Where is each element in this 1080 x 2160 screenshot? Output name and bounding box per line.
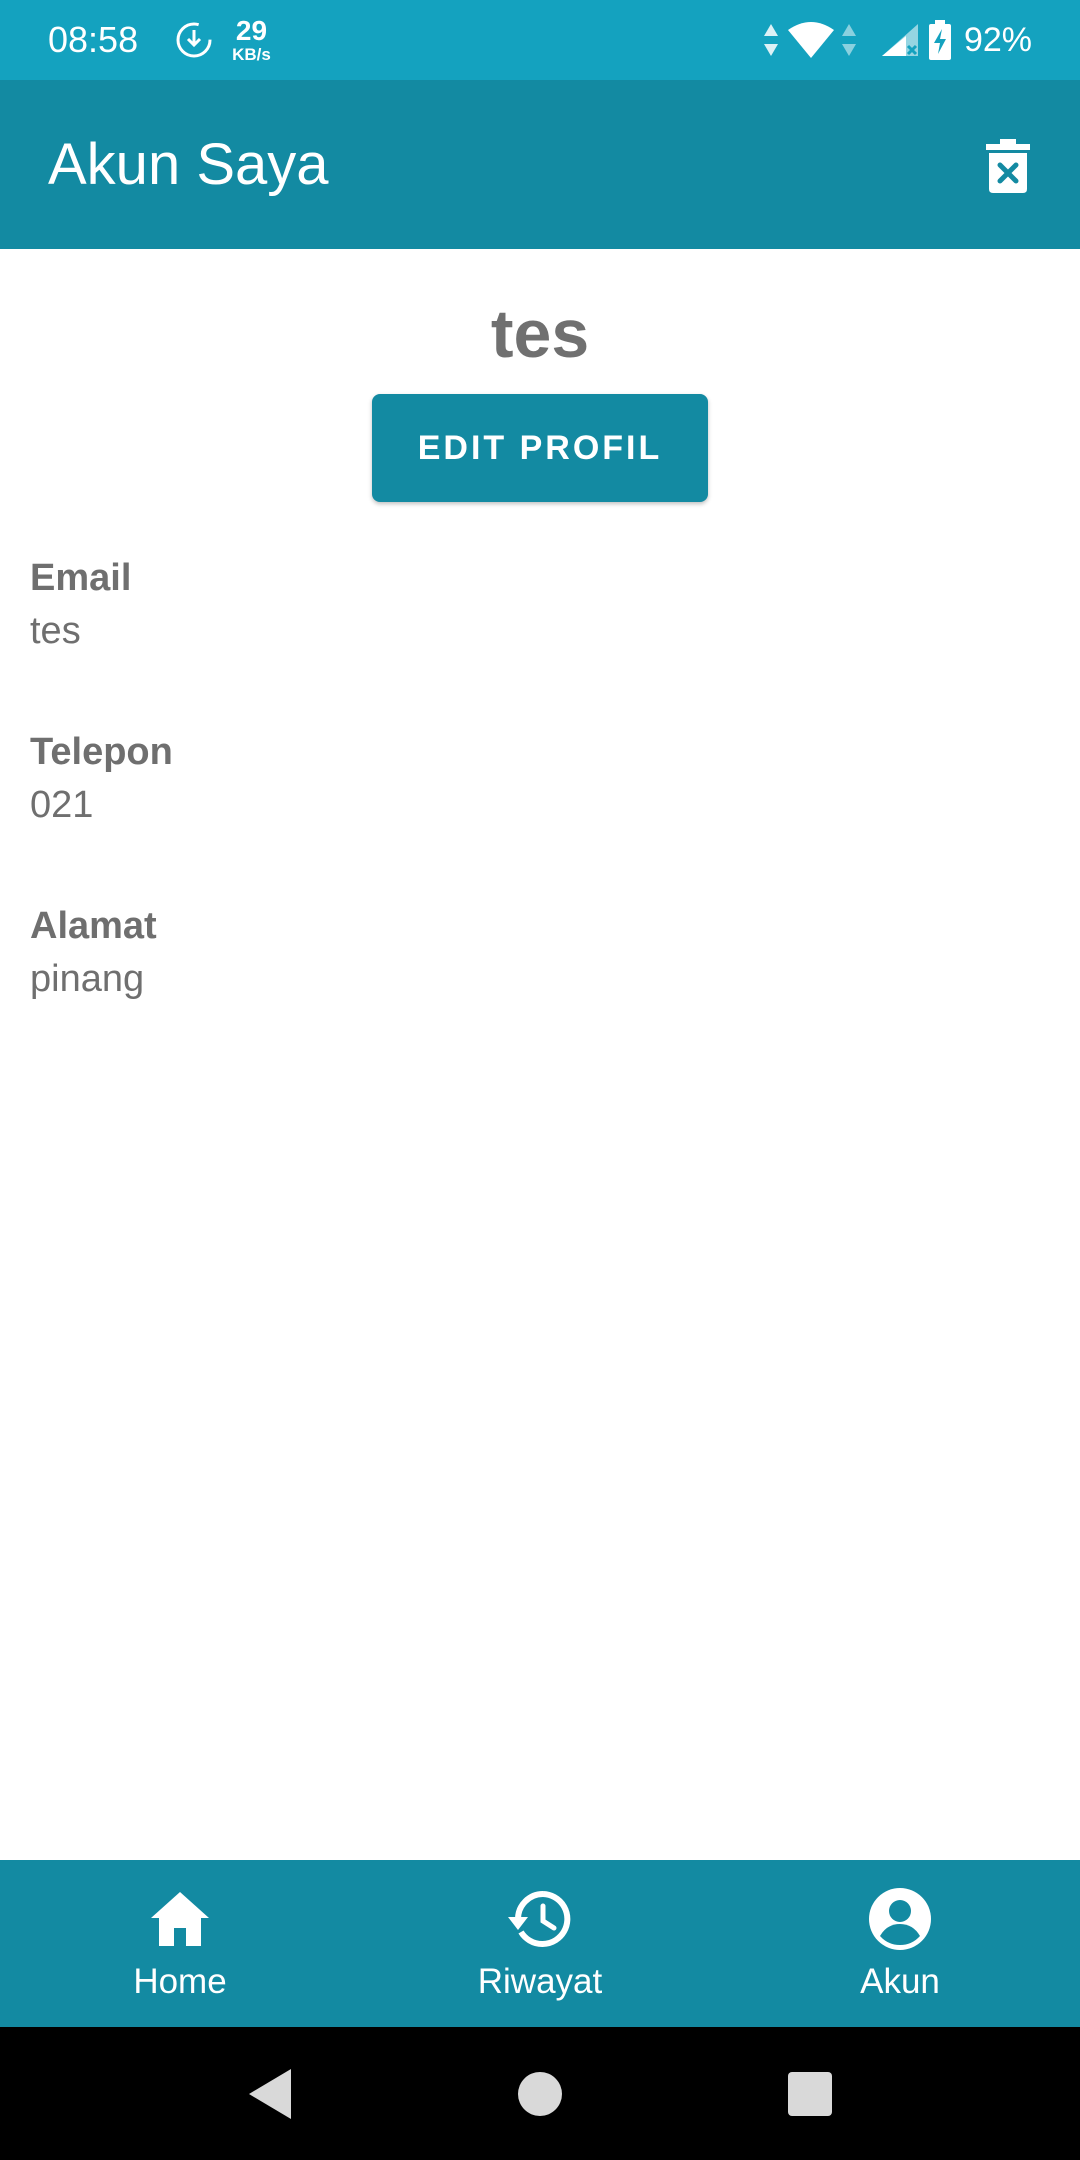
edit-profile-button[interactable]: EDIT PROFIL	[372, 394, 708, 502]
status-bar: 08:58 29 KB/s 92%	[0, 0, 1080, 80]
wifi-icon	[787, 22, 834, 58]
email-field: Email tes	[30, 557, 131, 653]
network-speed: 29 KB/s	[232, 15, 271, 64]
data-arrows-icon	[763, 24, 778, 56]
app-bar: Akun Saya	[0, 80, 1080, 249]
signal-icon	[881, 24, 918, 56]
nav-label-akun: Akun	[860, 1961, 940, 2001]
phone-field: Telepon 021	[30, 731, 173, 827]
address-label: Alamat	[30, 905, 157, 947]
status-left: 08:58 29 KB/s	[48, 0, 271, 80]
system-navigation-bar	[0, 2027, 1080, 2160]
recents-icon	[788, 2071, 832, 2116]
account-icon	[869, 1887, 931, 1950]
data-arrows-icon-2	[841, 24, 856, 56]
email-label: Email	[30, 557, 132, 599]
download-clock-icon	[176, 22, 212, 58]
address-value: pinang	[30, 958, 145, 1000]
home-system-button[interactable]	[495, 2049, 585, 2139]
network-speed-value: 29	[235, 15, 268, 46]
phone-label: Telepon	[30, 731, 173, 773]
nav-label-home: Home	[133, 1961, 227, 2001]
status-right: 92%	[762, 0, 1032, 80]
bottom-navigation: Home Riwayat Akun	[0, 1860, 1080, 2027]
back-icon	[249, 2068, 291, 2119]
network-speed-unit: KB/s	[232, 45, 271, 64]
nav-label-riwayat: Riwayat	[477, 1961, 603, 2001]
phone-value: 021	[30, 784, 94, 826]
delete-account-icon	[986, 139, 1030, 193]
nav-item-home[interactable]: Home	[0, 1860, 360, 2027]
battery-percent: 92%	[963, 20, 1032, 59]
address-field: Alamat pinang	[30, 905, 157, 1001]
page-title: Akun Saya	[48, 132, 329, 197]
history-icon	[508, 1890, 571, 1947]
home-circle-icon	[518, 2071, 562, 2116]
profile-name: tes	[490, 296, 590, 372]
status-time: 08:58	[48, 19, 139, 60]
battery-charging-icon	[928, 20, 951, 60]
home-icon	[151, 1891, 209, 1946]
nav-item-riwayat[interactable]: Riwayat	[360, 1860, 720, 2027]
email-value: tes	[30, 610, 81, 652]
back-button[interactable]	[225, 2049, 315, 2139]
nav-item-akun[interactable]: Akun	[720, 1860, 1080, 2027]
delete-account-button[interactable]	[976, 134, 1040, 198]
recents-button[interactable]	[765, 2049, 855, 2139]
